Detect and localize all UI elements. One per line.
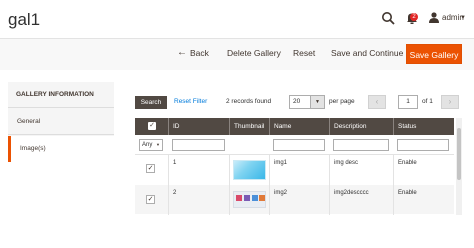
chevron-down-icon[interactable]: ▼ xyxy=(310,95,325,109)
column-divider xyxy=(393,155,394,215)
reset-filter-link[interactable]: Reset Filter xyxy=(174,98,207,105)
row-status: Enable xyxy=(398,160,417,166)
search-icon[interactable] xyxy=(381,11,395,25)
delete-gallery-button[interactable]: Delete Gallery xyxy=(227,48,281,58)
thumbnail-image[interactable] xyxy=(233,160,266,180)
chevron-down-icon[interactable]: ▼ xyxy=(460,15,466,21)
column-header-description[interactable]: Description xyxy=(334,118,367,135)
column-divider xyxy=(229,155,230,215)
column-divider xyxy=(269,155,270,215)
previous-page-button[interactable]: ‹ xyxy=(368,95,386,109)
thumbnail-detail xyxy=(259,195,265,201)
save-gallery-button[interactable]: Save Gallery xyxy=(406,44,462,64)
description-filter-input[interactable] xyxy=(333,139,389,151)
column-header-name[interactable]: Name xyxy=(274,118,291,135)
back-arrow-icon[interactable]: ← xyxy=(177,47,187,58)
records-count: 2 records found xyxy=(226,98,272,105)
column-header-status[interactable]: Status xyxy=(398,118,416,135)
column-divider xyxy=(393,118,394,135)
column-divider xyxy=(329,155,330,215)
reset-button[interactable]: Reset xyxy=(293,48,315,58)
row-description: img2descccc xyxy=(334,190,369,196)
column-header-id[interactable]: ID xyxy=(173,118,180,135)
column-divider xyxy=(229,118,230,135)
status-filter-input[interactable] xyxy=(397,139,449,151)
column-header-thumbnail[interactable]: Thumbnail xyxy=(234,118,264,135)
row-checkbox[interactable]: ✓ xyxy=(146,195,155,204)
back-button[interactable]: Back xyxy=(190,48,209,58)
notification-badge: 2 xyxy=(410,13,418,21)
save-and-continue-button[interactable]: Save and Continue xyxy=(331,48,403,58)
page-title: gal1 xyxy=(8,10,41,29)
page-number-input[interactable]: 1 xyxy=(398,95,418,109)
per-page-label: per page xyxy=(329,98,355,105)
name-filter-input[interactable] xyxy=(273,139,325,151)
user-icon[interactable] xyxy=(429,12,439,23)
thumbnail-detail xyxy=(252,195,258,201)
select-all-checkbox[interactable]: ✓ xyxy=(148,122,156,130)
row-name: img2 xyxy=(274,190,288,196)
row-checkbox[interactable]: ✓ xyxy=(146,164,155,173)
column-divider xyxy=(269,118,270,135)
thumbnail-detail xyxy=(244,195,250,201)
row-id: 1 xyxy=(173,160,177,166)
column-divider xyxy=(329,118,330,135)
row-description: img desc xyxy=(334,160,359,166)
row-name: img1 xyxy=(274,160,288,166)
column-divider xyxy=(168,118,169,135)
scrollbar-thumb[interactable] xyxy=(457,128,461,180)
page-header xyxy=(0,0,474,38)
chevron-down-icon[interactable]: ▼ xyxy=(156,142,160,147)
next-page-button[interactable]: › xyxy=(441,95,459,109)
row-status: Enable xyxy=(398,190,417,196)
row-id: 2 xyxy=(173,190,177,196)
sidebar-item-images[interactable]: Image(s) xyxy=(8,136,114,162)
id-filter-input[interactable] xyxy=(172,139,225,151)
thumbnail-detail xyxy=(236,195,242,201)
sidebar-item-general[interactable]: General xyxy=(8,109,114,135)
page-total: of 1 xyxy=(422,98,433,105)
search-button[interactable]: Search xyxy=(135,96,167,109)
sidebar-title: GALLERY INFORMATION xyxy=(8,82,114,108)
column-divider xyxy=(168,155,169,215)
